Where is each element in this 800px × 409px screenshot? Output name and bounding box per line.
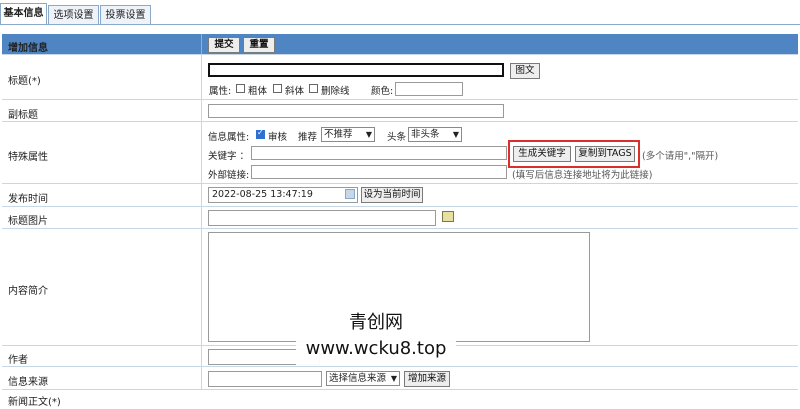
- title-image-label: 标题图片: [8, 216, 48, 227]
- review-label: 审核: [268, 132, 288, 143]
- recommend-label: 推荐: [298, 132, 318, 143]
- title-input[interactable]: [208, 63, 504, 77]
- headline-value: 非头条: [411, 129, 440, 140]
- keyword-input[interactable]: [251, 146, 507, 160]
- publish-time-input[interactable]: 2022-08-25 13:47:19: [208, 187, 358, 203]
- bold-checkbox[interactable]: [236, 84, 245, 93]
- title-image-input[interactable]: [208, 210, 436, 226]
- title-row: 标题(*) 图文 属性: 粗体 斜体 删除线 颜色:: [2, 55, 798, 100]
- chevron-down-icon: ▼: [390, 374, 397, 383]
- subtitle-row: 副标题: [2, 100, 798, 122]
- tab-vote[interactable]: 投票设置: [100, 5, 151, 24]
- add-source-button[interactable]: 增加来源: [404, 371, 450, 387]
- recommend-select[interactable]: 不推荐 ▼: [321, 127, 375, 142]
- reset-button[interactable]: 重置: [243, 37, 275, 53]
- source-row: 信息来源 选择信息来源 ▼ 增加来源: [2, 367, 798, 390]
- source-input[interactable]: [208, 371, 322, 387]
- external-link-input[interactable]: [251, 165, 507, 179]
- submit-button[interactable]: 提交: [208, 37, 240, 53]
- image-text-button[interactable]: 图文: [510, 63, 540, 79]
- chevron-down-icon: ▼: [365, 130, 372, 139]
- set-now-button[interactable]: 设为当前时间: [361, 187, 423, 203]
- tab-divider: [0, 24, 800, 25]
- italic-label: 斜体: [285, 86, 305, 97]
- italic-checkbox[interactable]: [273, 84, 282, 93]
- recommend-value: 不推荐: [324, 129, 353, 140]
- bold-label: 粗体: [248, 86, 268, 97]
- author-label: 作者: [8, 355, 28, 366]
- info-attr-label: 信息属性:: [208, 132, 250, 143]
- watermark: 青创网 www.wcku8.top: [296, 304, 456, 366]
- external-link-hint: (填写后信息连接地址将为此链接): [512, 170, 653, 181]
- color-input[interactable]: [395, 82, 463, 96]
- publish-time-value: 2022-08-25 13:47:19: [212, 189, 313, 200]
- headline-select[interactable]: 非头条 ▼: [408, 127, 462, 142]
- form-header: 增加信息 提交 重置: [2, 34, 798, 55]
- strike-checkbox[interactable]: [309, 84, 318, 93]
- watermark-line1: 青创网: [349, 312, 403, 333]
- summary-label: 内容简介: [8, 286, 48, 297]
- content-row: 新闻正文(*): [2, 390, 798, 409]
- chevron-down-icon: ▼: [452, 130, 459, 139]
- source-select[interactable]: 选择信息来源 ▼: [326, 371, 400, 386]
- title-image-row: 标题图片: [2, 207, 798, 229]
- form-title: 增加信息: [8, 43, 48, 54]
- source-select-value: 选择信息来源: [329, 373, 387, 384]
- review-checkbox[interactable]: [256, 128, 265, 139]
- keyword-label: 关键字 ：: [208, 151, 250, 162]
- title-label: 标题(*): [8, 76, 41, 87]
- tab-options[interactable]: 选项设置: [48, 5, 99, 24]
- color-label: 颜色:: [371, 86, 394, 97]
- subtitle-input[interactable]: [208, 104, 504, 118]
- watermark-line2: www.wcku8.top: [305, 338, 447, 359]
- publish-time-label: 发布时间: [8, 194, 48, 205]
- subtitle-label: 副标题: [8, 110, 38, 121]
- strike-label: 删除线: [321, 86, 350, 97]
- headline-label: 头条: [387, 132, 407, 143]
- content-label: 新闻正文(*): [8, 397, 61, 408]
- tab-basic-info[interactable]: 基本信息: [0, 3, 47, 24]
- special-attr-row: 特殊属性 信息属性: 审核 推荐 不推荐 ▼ 头条 非头条 ▼ 关键字 ： 生成…: [2, 122, 798, 184]
- special-attr-label: 特殊属性: [8, 152, 48, 163]
- source-label: 信息来源: [8, 377, 48, 388]
- attr-label: 属性:: [209, 86, 232, 97]
- calendar-icon[interactable]: [345, 189, 355, 199]
- highlight-box: [508, 140, 640, 168]
- publish-time-row: 发布时间 2022-08-25 13:47:19 设为当前时间: [2, 184, 798, 207]
- image-picker-icon[interactable]: [442, 211, 454, 222]
- keyword-hint: (多个请用","隔开): [642, 151, 719, 162]
- external-link-label: 外部链接:: [208, 170, 250, 181]
